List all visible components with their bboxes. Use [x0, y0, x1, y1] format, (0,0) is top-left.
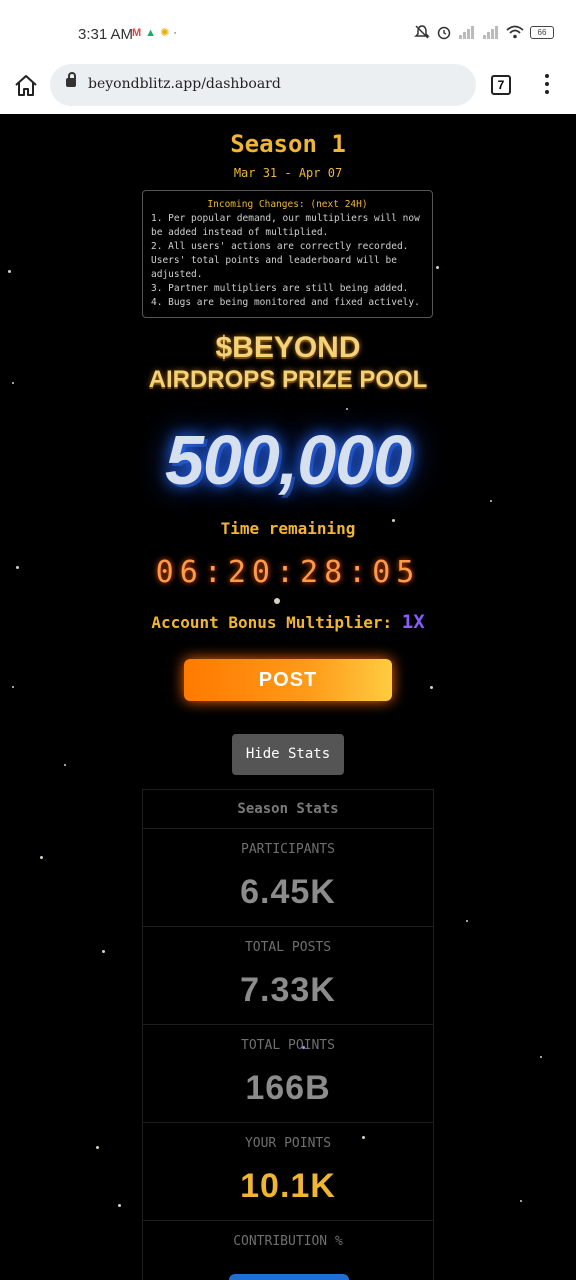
- background-star: [102, 950, 105, 953]
- address-bar[interactable]: beyondblitz.app/dashboard: [50, 64, 476, 106]
- season-dates: Mar 31 - Apr 07: [233, 166, 343, 180]
- stat-label: TOTAL POSTS: [244, 940, 332, 955]
- changes-item: 3. Partner multipliers are still being a…: [151, 283, 409, 294]
- stat-your-points: YOUR POINTS 10.1K: [142, 1122, 434, 1220]
- token-name: $BEYOND: [215, 331, 361, 364]
- season-stats-header: Season Stats: [142, 789, 434, 828]
- changes-title: Incoming Changes: (next 24H): [207, 199, 368, 210]
- changes-item: 2. All users' actions are correctly reco…: [151, 241, 415, 280]
- changes-item: 4. Bugs are being monitored and fixed ac…: [151, 297, 420, 308]
- more-menu-icon[interactable]: [540, 74, 554, 96]
- background-star: [64, 764, 66, 766]
- background-star: [346, 408, 348, 410]
- stat-total-posts: TOTAL POSTS 7.33K: [142, 926, 434, 1024]
- weather-icon: ✺: [160, 27, 174, 39]
- gmail-icon: M: [132, 27, 146, 39]
- stat-label: TOTAL POINTS: [241, 1038, 335, 1053]
- tab-switcher-button[interactable]: 7: [491, 75, 511, 95]
- background-star: [520, 1200, 522, 1202]
- drive-icon: ▲: [145, 27, 161, 39]
- account-multiplier: Account Bonus Multiplier: 1X: [0, 611, 576, 633]
- stat-label: CONTRIBUTION %: [233, 1234, 343, 1249]
- background-star: [40, 856, 43, 859]
- signal-icon: [483, 26, 498, 39]
- mute-icon: [414, 25, 430, 39]
- url-text: beyondblitz.app/dashboard: [88, 76, 281, 92]
- stat-value: 10.1K: [240, 1167, 336, 1205]
- background-star: [466, 920, 468, 922]
- stat-value: 6.45K: [240, 873, 336, 911]
- prize-pool-title: AIRDROPS PRIZE POOL: [148, 366, 428, 393]
- stat-total-points: TOTAL POINTS 166B: [142, 1024, 434, 1122]
- background-star: [430, 686, 433, 689]
- multiplier-value: 1X: [401, 611, 425, 633]
- season-title: Season 1: [230, 130, 346, 158]
- background-star: [96, 1146, 99, 1149]
- time-remaining-label: Time remaining: [220, 519, 356, 538]
- stat-contribution: CONTRIBUTION %: [142, 1220, 434, 1280]
- background-star: [274, 598, 280, 604]
- season-stats-panel: Season Stats PARTICIPANTS 6.45K TOTAL PO…: [142, 789, 434, 1280]
- stat-participants: PARTICIPANTS 6.45K: [142, 828, 434, 926]
- stat-value: 166B: [245, 1069, 331, 1107]
- prize-pool-amount: 500,000: [164, 421, 412, 499]
- alarm-icon: [437, 26, 451, 40]
- multiplier-label: Account Bonus Multiplier:: [151, 613, 393, 632]
- changes-item: 1. Per popular demand, our multipliers w…: [151, 213, 426, 238]
- browser-toolbar: beyondblitz.app/dashboard 7: [0, 64, 576, 114]
- stat-label: PARTICIPANTS: [241, 842, 335, 857]
- stat-value: 7.33K: [240, 971, 336, 1009]
- contribution-bar: [229, 1274, 349, 1280]
- dot-icon: ·: [173, 27, 181, 39]
- stat-label: YOUR POINTS: [244, 1136, 332, 1151]
- background-star: [118, 1204, 121, 1207]
- countdown-timer: 06:20:28:05: [155, 555, 421, 590]
- background-star: [490, 500, 492, 502]
- incoming-changes-notice: Incoming Changes: (next 24H) 1. Per popu…: [142, 190, 433, 318]
- battery-icon: 66: [530, 25, 554, 39]
- background-star: [436, 266, 439, 269]
- wifi-icon: [506, 25, 524, 39]
- notification-icons: M▲✺·: [132, 26, 181, 39]
- signal-icon: [459, 26, 474, 39]
- system-icons: 66: [414, 24, 554, 40]
- lock-icon: [66, 72, 76, 87]
- background-star: [8, 270, 11, 273]
- status-time: 3:31 AM: [78, 26, 134, 43]
- dashboard-page: Season 1 Mar 31 - Apr 07 Incoming Change…: [0, 114, 576, 1280]
- background-star: [12, 686, 14, 688]
- home-icon[interactable]: [12, 72, 40, 100]
- background-star: [540, 1056, 542, 1058]
- hide-stats-button[interactable]: Hide Stats: [232, 734, 344, 775]
- status-bar: 3:31 AM M▲✺· 66: [0, 0, 576, 64]
- post-button[interactable]: POST: [184, 659, 392, 701]
